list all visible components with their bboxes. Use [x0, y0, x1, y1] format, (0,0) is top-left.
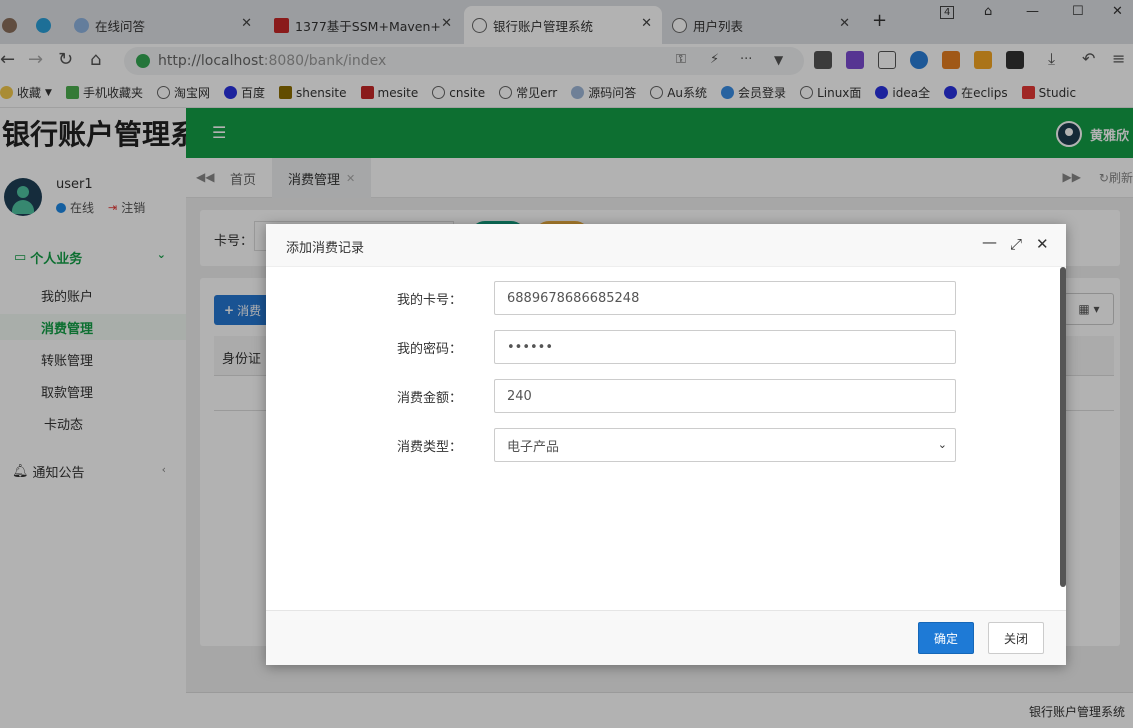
form-row-type: 消费类型： 电子产品 ⌄: [266, 428, 1066, 462]
maximize-icon[interactable]: ⤢: [1010, 235, 1022, 253]
page-root: 在线问答 ✕ 1377基于SSM+Maven+ ✕ 银行账户管理系统 ✕ 用户列…: [0, 0, 1133, 728]
minimize-icon[interactable]: —: [982, 233, 997, 251]
form-row-password: 我的密码： ••••••: [266, 330, 1066, 364]
type-label: 消费类型：: [396, 440, 462, 455]
dialog-scrollbar[interactable]: [1060, 267, 1066, 587]
confirm-button[interactable]: 确定: [918, 622, 974, 654]
card-number-input[interactable]: 6889678686685248: [494, 281, 956, 315]
chevron-down-icon: ⌄: [937, 438, 947, 451]
password-input[interactable]: ••••••: [494, 330, 956, 364]
consumption-type-select[interactable]: 电子产品 ⌄: [494, 428, 956, 462]
dialog-header: 添加消费记录 — ⤢ ✕: [266, 224, 1066, 267]
password-label: 我的密码：: [396, 342, 462, 357]
dialog-title: 添加消费记录: [286, 241, 365, 256]
amount-label: 消费金额：: [396, 391, 462, 406]
close-icon[interactable]: ✕: [1036, 235, 1049, 253]
amount-input[interactable]: 240: [494, 379, 956, 413]
card-label: 我的卡号：: [396, 293, 462, 308]
form-row-card: 我的卡号： 6889678686685248: [266, 281, 1066, 315]
close-button[interactable]: 关闭: [988, 622, 1044, 654]
dialog-footer: 确定 关闭: [266, 610, 1066, 665]
add-consumption-dialog: 添加消费记录 — ⤢ ✕ 我的卡号： 6889678686685248 我的密码…: [266, 224, 1066, 665]
form-row-amount: 消费金额： 240: [266, 379, 1066, 413]
